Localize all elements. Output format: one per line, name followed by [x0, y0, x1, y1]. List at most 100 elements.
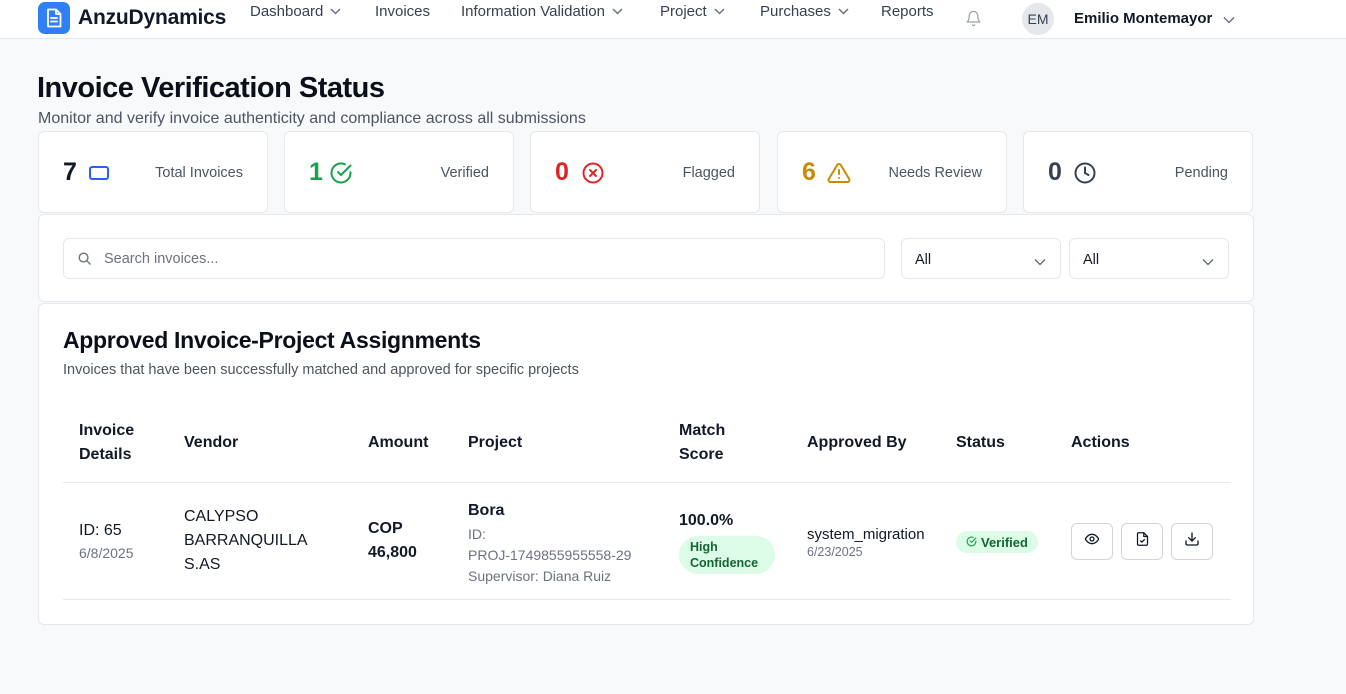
approver-name: system_migration [807, 526, 925, 543]
stat-card-verified: 1 Verified [284, 131, 514, 213]
badge-line: High [690, 540, 718, 554]
divider [63, 482, 1231, 483]
invoice-icon [87, 161, 111, 185]
stat-label: Verified [440, 165, 489, 181]
type-filter-select[interactable]: All [1069, 238, 1229, 279]
select-value: All [915, 252, 932, 268]
nav-label: Information Validation [461, 2, 605, 20]
chevron-down-icon [714, 7, 725, 15]
warning-icon [827, 161, 851, 185]
assignments-card: Approved Invoice-Project Assignments Inv… [38, 303, 1254, 625]
document-icon [38, 2, 70, 34]
user-name[interactable]: Emilio Montemayor [1074, 10, 1212, 27]
vendor-line: S.AS [184, 556, 221, 573]
project-name: Bora [468, 502, 505, 519]
nav-information-validation[interactable]: Information Validation [461, 0, 623, 22]
nav-invoices[interactable]: Invoices [375, 0, 430, 22]
column-header-project[interactable]: Project [468, 431, 522, 455]
stat-value: 0 [1048, 158, 1062, 186]
section-title: Approved Invoice-Project Assignments [63, 327, 481, 353]
check-circle-icon [329, 161, 353, 185]
top-navigation-bar: AnzuDynamics Dashboard Invoices Informat… [0, 0, 1346, 39]
nav-reports[interactable]: Reports [881, 0, 934, 22]
column-header-match-score[interactable]: Match Score [679, 419, 725, 467]
chevron-down-icon [612, 7, 623, 15]
column-header-approved-by[interactable]: Approved By [807, 431, 907, 455]
invoice-date: 6/8/2025 [79, 545, 134, 561]
header-line: Score [679, 446, 724, 463]
open-document-button[interactable] [1121, 523, 1163, 560]
amount-cell: COP 46,800 [368, 517, 417, 565]
stat-card-total-invoices: 7 Total Invoices [38, 131, 268, 213]
header-line: Match [679, 422, 726, 439]
approved-date: 6/23/2025 [807, 545, 863, 559]
stat-card-flagged: 0 Flagged [530, 131, 760, 213]
chevron-down-icon [1034, 253, 1046, 271]
check-circle-icon [966, 535, 977, 550]
project-id-label: ID: [468, 526, 486, 542]
download-icon [1184, 531, 1200, 552]
stat-value: 6 [802, 158, 816, 186]
eye-icon [1084, 531, 1100, 552]
search-icon [77, 251, 92, 271]
bell-icon[interactable] [965, 10, 982, 27]
download-button[interactable] [1171, 523, 1213, 560]
nav-label: Reports [881, 2, 934, 20]
header-line: Details [79, 446, 132, 463]
chevron-down-icon [1202, 253, 1214, 271]
stat-card-pending: 0 Pending [1023, 131, 1253, 213]
status-badge: Verified [956, 531, 1038, 553]
filter-card: All All [38, 214, 1254, 302]
nav-label: Purchases [760, 2, 831, 20]
match-score-value: 100.0% [679, 512, 734, 529]
column-header-status[interactable]: Status [956, 431, 1005, 455]
status-label: Verified [981, 534, 1028, 550]
confidence-badge: High Confidence [679, 536, 775, 574]
stat-card-needs-review: 6 Needs Review [777, 131, 1007, 213]
app-name: AnzuDynamics [78, 6, 227, 29]
chevron-down-icon[interactable] [1223, 11, 1235, 29]
clock-icon [1073, 161, 1097, 185]
chevron-down-icon [838, 7, 849, 15]
search-input[interactable] [104, 239, 864, 278]
vendor-cell: CALYPSO BARRANQUILLA S.AS [184, 505, 308, 577]
nav-label: Project [660, 2, 707, 20]
nav-label: Dashboard [250, 2, 324, 20]
section-subtitle: Invoices that have been successfully mat… [63, 362, 579, 378]
file-icon [1135, 531, 1150, 552]
badge-line: Confidence [690, 556, 759, 570]
amount-currency: COP [368, 520, 403, 537]
header-line: Invoice [79, 422, 135, 439]
project-cell: Bora ID: PROJ-1749855955558-29 Superviso… [468, 502, 631, 587]
divider [63, 599, 1231, 600]
stat-label: Flagged [682, 165, 735, 181]
select-value: All [1083, 252, 1100, 268]
x-circle-icon [581, 161, 605, 185]
nav-project[interactable]: Project [660, 0, 725, 22]
view-button[interactable] [1071, 523, 1113, 560]
column-header-amount[interactable]: Amount [368, 431, 428, 455]
stat-value: 1 [309, 158, 323, 186]
stat-label: Total Invoices [155, 165, 243, 181]
brand[interactable]: AnzuDynamics [38, 2, 226, 34]
stat-value: 0 [555, 158, 569, 186]
search-box[interactable] [63, 238, 885, 279]
amount-value: 46,800 [368, 544, 417, 561]
vendor-line: CALYPSO [184, 508, 259, 525]
column-header-actions: Actions [1071, 434, 1130, 451]
approved-by-cell: system_migration 6/23/2025 [807, 526, 925, 559]
nav-purchases[interactable]: Purchases [760, 0, 849, 22]
avatar[interactable]: EM [1022, 3, 1054, 35]
status-filter-select[interactable]: All [901, 238, 1061, 279]
vendor-line: BARRANQUILLA [184, 532, 308, 549]
stat-label: Pending [1174, 165, 1228, 181]
invoice-details-cell[interactable]: ID: 65 6/8/2025 [79, 522, 134, 561]
nav-dashboard[interactable]: Dashboard [250, 0, 341, 22]
stat-value: 7 [63, 158, 77, 186]
column-header-vendor[interactable]: Vendor [184, 431, 238, 455]
column-header-invoice-details[interactable]: Invoice Details [79, 419, 134, 467]
page-title: Invoice Verification Status [37, 72, 385, 104]
chevron-down-icon [330, 7, 341, 15]
invoice-id: ID: 65 [79, 522, 122, 539]
nav-label: Invoices [375, 2, 431, 20]
